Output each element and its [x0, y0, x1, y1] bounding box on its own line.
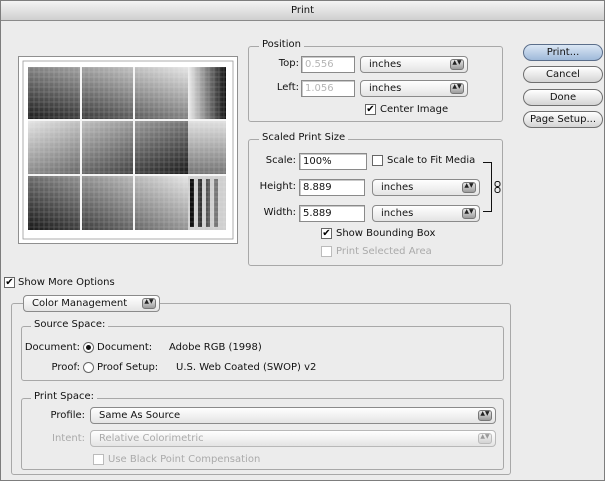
window-title: Print — [1, 1, 604, 21]
show-bounding-box-label: Show Bounding Box — [336, 228, 436, 239]
top-unit-value: inches — [369, 59, 402, 70]
print-preview — [18, 56, 238, 244]
profile-popup[interactable]: Same As Source ▲▼ — [90, 407, 496, 424]
left-unit-popup[interactable]: inches ▲▼ — [360, 80, 468, 97]
width-label: Width: — [263, 207, 296, 218]
chain-link-icon[interactable] — [494, 181, 501, 193]
proof-option-label: Proof Setup: — [97, 362, 159, 373]
center-image-label: Center Image — [380, 104, 449, 115]
print-dialog: Print Position Top: 0.556 inches ▲▼ Left… — [0, 0, 605, 481]
print-selected-area-checkbox[interactable] — [321, 246, 332, 257]
height-unit-value: inches — [381, 182, 414, 193]
document-radio[interactable] — [83, 342, 94, 353]
scale-to-fit-checkbox[interactable] — [372, 155, 383, 166]
radio-selected-dot — [86, 345, 91, 350]
document-row-label: Document: — [24, 342, 80, 353]
print-selected-area-label: Print Selected Area — [336, 246, 432, 257]
popup-arrows-icon: ▲▼ — [478, 433, 492, 444]
top-label: Top: — [278, 58, 299, 69]
left-unit-value: inches — [369, 83, 402, 94]
preview-image — [22, 60, 234, 240]
intent-label: Intent: — [52, 433, 85, 444]
left-label: Left: — [276, 82, 299, 93]
scale-label: Scale: — [265, 155, 296, 166]
cancel-button[interactable]: Cancel — [523, 66, 603, 83]
width-field[interactable]: 5.889 — [299, 205, 365, 222]
height-label: Height: — [259, 181, 296, 192]
scaled-print-size-title: Scaled Print Size — [259, 132, 349, 143]
height-field[interactable]: 8.889 — [299, 179, 365, 196]
page-setup-button[interactable]: Page Setup... — [523, 111, 603, 128]
profile-label: Profile: — [50, 410, 85, 421]
print-space-title: Print Space: — [31, 391, 98, 402]
top-field[interactable]: 0.556 — [301, 56, 355, 73]
center-image-checkbox[interactable]: ✔ — [365, 104, 376, 115]
proof-profile-value: U.S. Web Coated (SWOP) v2 — [176, 362, 317, 373]
popup-arrows-icon: ▲▼ — [142, 298, 156, 309]
scale-field[interactable]: 100% — [299, 153, 367, 170]
black-point-checkbox[interactable] — [93, 454, 104, 465]
height-unit-popup[interactable]: inches ▲▼ — [372, 179, 480, 196]
color-management-value: Color Management — [32, 298, 128, 309]
color-management-popup[interactable]: Color Management ▲▼ — [23, 295, 160, 312]
popup-arrows-icon: ▲▼ — [462, 182, 476, 193]
done-button[interactable]: Done — [523, 89, 603, 106]
intent-value: Relative Colorimetric — [99, 433, 204, 444]
position-group-title: Position — [259, 39, 304, 50]
popup-arrows-icon: ▲▼ — [478, 410, 492, 421]
top-unit-popup[interactable]: inches ▲▼ — [360, 56, 468, 73]
document-profile-value: Adobe RGB (1998) — [169, 342, 262, 353]
show-more-options-label: Show More Options — [18, 277, 115, 288]
popup-arrows-icon: ▲▼ — [450, 59, 464, 70]
intent-popup[interactable]: Relative Colorimetric ▲▼ — [90, 430, 496, 447]
print-button[interactable]: Print... — [523, 44, 603, 61]
source-space-title: Source Space: — [31, 319, 109, 330]
proportion-bracket — [483, 162, 492, 212]
proof-row-label: Proof: — [51, 362, 80, 373]
profile-value: Same As Source — [99, 410, 181, 421]
show-more-options-checkbox[interactable]: ✔ — [4, 277, 15, 288]
width-unit-value: inches — [381, 208, 414, 219]
proof-radio[interactable] — [83, 362, 94, 373]
black-point-label: Use Black Point Compensation — [108, 454, 261, 465]
popup-arrows-icon: ▲▼ — [462, 208, 476, 219]
show-bounding-box-checkbox[interactable]: ✔ — [321, 228, 332, 239]
document-option-label: Document: — [97, 342, 153, 353]
scale-to-fit-label: Scale to Fit Media — [387, 155, 476, 166]
left-field[interactable]: 1.056 — [301, 80, 355, 97]
width-unit-popup[interactable]: inches ▲▼ — [372, 205, 480, 222]
popup-arrows-icon: ▲▼ — [450, 83, 464, 94]
